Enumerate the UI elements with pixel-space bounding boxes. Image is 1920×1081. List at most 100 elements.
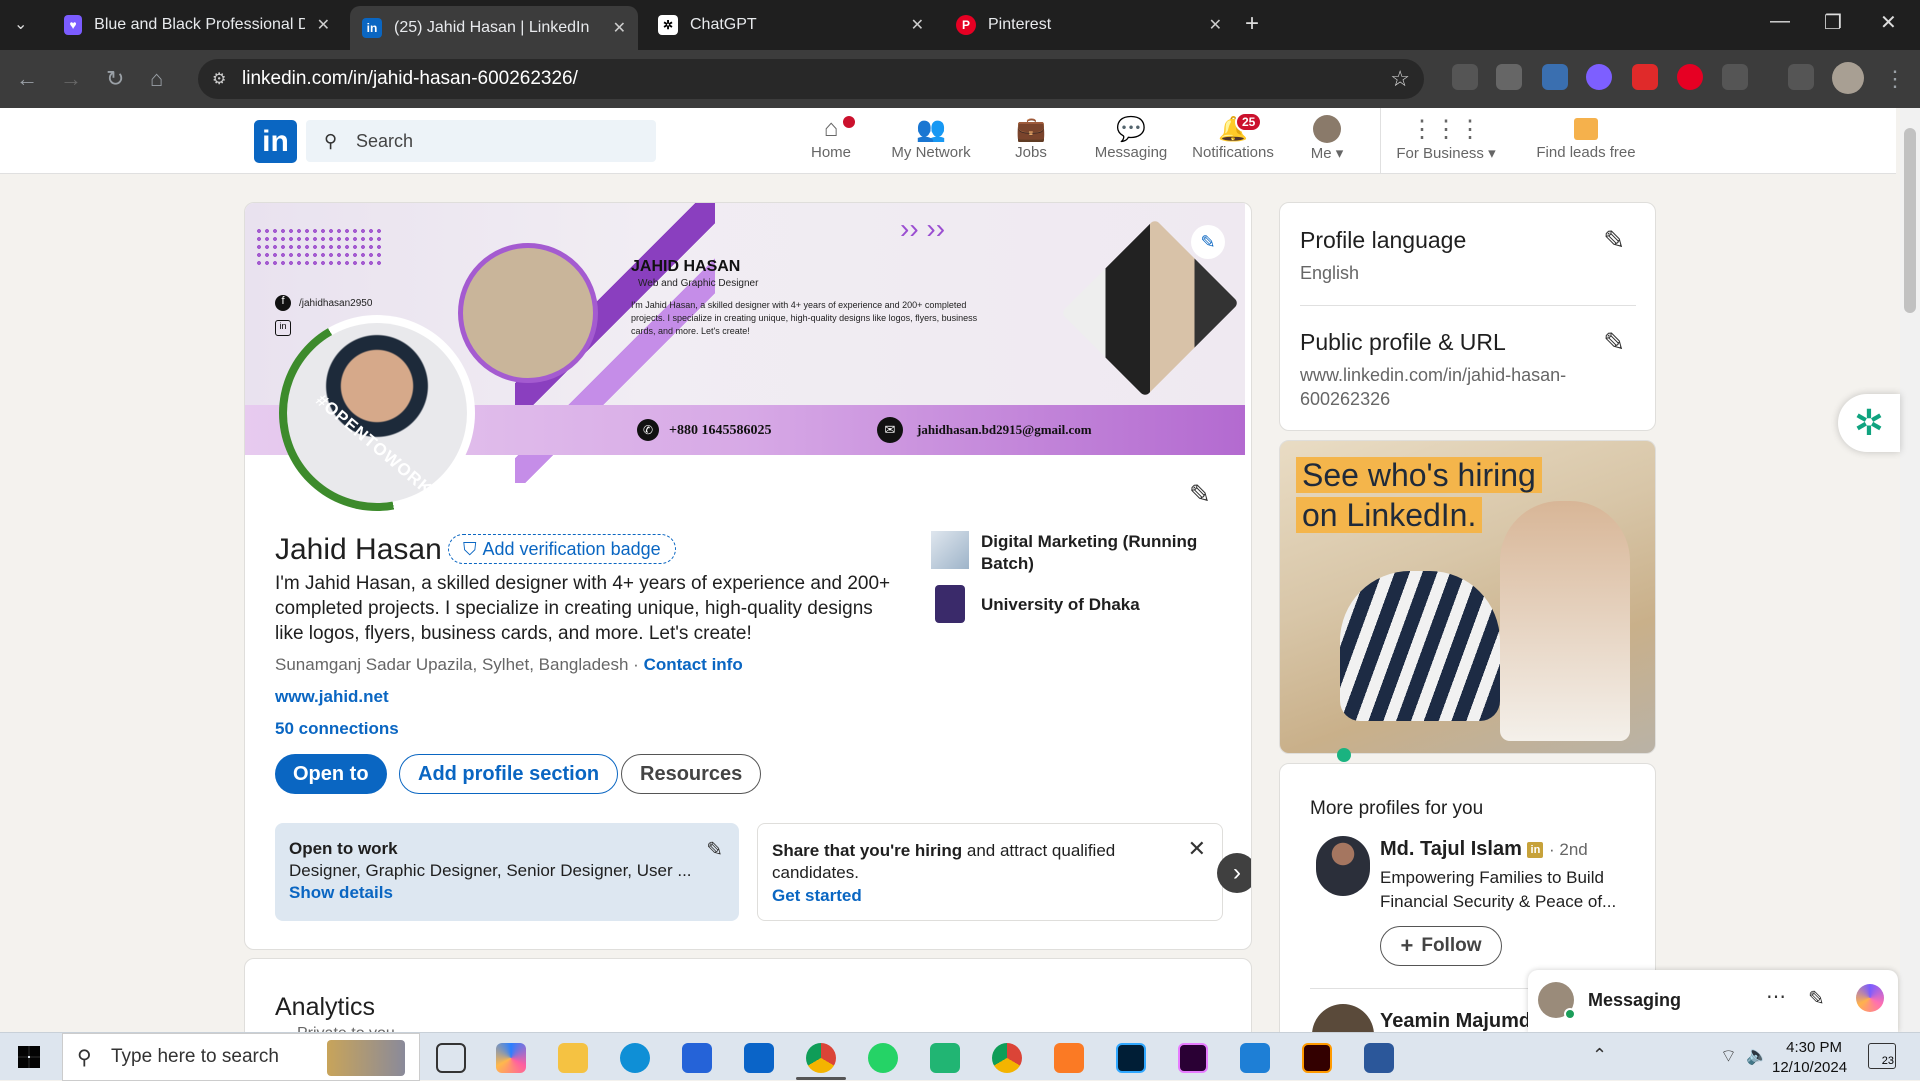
extension-icon[interactable] [1542, 64, 1568, 90]
avatar[interactable] [1832, 62, 1864, 94]
reload-icon[interactable]: ↻ [106, 66, 124, 92]
extension-icon[interactable] [1586, 64, 1612, 90]
experience-current[interactable]: Digital Marketing (Running Batch) [981, 531, 1221, 575]
tab-search-dropdown-icon[interactable]: ⌄ [14, 14, 27, 34]
microsoft-store-icon[interactable] [682, 1043, 712, 1073]
close-icon[interactable]: ✕ [1188, 836, 1206, 862]
add-verification-badge-button[interactable]: ⛉ Add verification badge [448, 534, 676, 564]
nav-messaging[interactable]: 💬 Messaging [1083, 114, 1179, 162]
avatar[interactable] [1316, 836, 1370, 896]
photoshop-icon[interactable] [1116, 1043, 1146, 1073]
illustrator-icon[interactable] [1302, 1043, 1332, 1073]
outlook-icon[interactable] [744, 1043, 774, 1073]
connections-link[interactable]: 50 connections [275, 719, 399, 739]
contact-info-link[interactable]: Contact info [644, 655, 743, 674]
task-view-icon[interactable] [436, 1043, 466, 1073]
copilot-icon[interactable] [496, 1043, 526, 1073]
linkedin-logo[interactable]: in [254, 120, 297, 163]
divider [1300, 305, 1636, 306]
notification-center-icon[interactable]: 23 [1868, 1043, 1896, 1069]
whatsapp-icon[interactable] [868, 1043, 898, 1073]
forward-icon[interactable]: → [60, 66, 82, 92]
page-scrollbar[interactable] [1900, 108, 1920, 1032]
close-icon[interactable]: ✕ [911, 15, 924, 35]
website-link[interactable]: www.jahid.net [275, 687, 389, 707]
hiring-card[interactable]: Share that you're hiring and attract qua… [757, 823, 1223, 921]
clock[interactable]: 4:30 PM 12/10/2024 [1772, 1038, 1847, 1078]
chrome-icon[interactable] [806, 1043, 836, 1073]
address-bar[interactable]: ⚙ linkedin.com/in/jahid-hasan-600262326/… [198, 59, 1424, 99]
close-icon[interactable]: ✕ [1209, 15, 1222, 35]
carousel-next-button[interactable]: › [1217, 853, 1251, 893]
word-icon[interactable] [1364, 1043, 1394, 1073]
compose-icon[interactable]: ✎ [1808, 986, 1825, 1011]
search-input[interactable]: ⚲ Search [306, 120, 656, 162]
new-tab-button[interactable]: + [1245, 10, 1259, 38]
edit-language-icon[interactable]: ✎ [1603, 225, 1625, 256]
site-settings-icon[interactable]: ⚙ [212, 69, 226, 89]
copilot-icon[interactable] [1856, 984, 1884, 1012]
download-icon[interactable] [1788, 64, 1814, 90]
edit-url-icon[interactable]: ✎ [1603, 327, 1625, 358]
suggested-profile-name[interactable]: Yeamin Majumde [1380, 1010, 1542, 1033]
open-to-button[interactable]: Open to [275, 754, 387, 794]
taskbar-search-box[interactable]: ⚲ Type here to search [62, 1033, 420, 1081]
ad-person-right [1500, 501, 1630, 741]
pinterest-icon[interactable] [1677, 64, 1703, 90]
edit-intro-button[interactable]: ✎ [1189, 479, 1211, 510]
tab-pinterest[interactable]: P Pinterest ✕ [944, 8, 1234, 42]
volume-icon[interactable]: 🔈 [1746, 1045, 1768, 1066]
nav-for-business[interactable]: ⋮⋮⋮ For Business ▾ [1386, 114, 1506, 163]
nav-home[interactable]: ⌂ Home [783, 114, 879, 161]
network-icon[interactable]: ⌔ [1720, 1045, 1737, 1068]
scrollbar-thumb[interactable] [1904, 128, 1916, 313]
premiere-icon[interactable] [1178, 1043, 1208, 1073]
windows-start-icon[interactable] [18, 1046, 40, 1068]
menu-kebab-icon[interactable]: ⋮ [1884, 66, 1906, 92]
reading-mode-icon[interactable] [1452, 64, 1478, 90]
nav-notifications[interactable]: 🔔 Notifications 25 [1183, 112, 1283, 161]
back-icon[interactable]: ← [16, 66, 38, 92]
tab-linkedin[interactable]: in (25) Jahid Hasan | LinkedIn ✕ [350, 6, 638, 50]
nav-find-leads[interactable]: Find leads free [1526, 114, 1646, 161]
close-icon[interactable]: ✕ [317, 15, 330, 35]
pdf-icon[interactable] [1632, 64, 1658, 90]
edit-banner-button[interactable]: ✎ [1191, 225, 1225, 259]
carousel-indicator-dot[interactable] [1337, 748, 1351, 762]
suggested-profile-name[interactable]: Md. Tajul Islam in · 2nd [1380, 838, 1588, 861]
tab-chatgpt[interactable]: ✲ ChatGPT ✕ [646, 8, 936, 42]
pycharm-icon[interactable] [930, 1043, 960, 1073]
messaging-bar[interactable]: Messaging ⋯ ✎ [1528, 970, 1898, 1032]
follow-button[interactable]: + Follow [1380, 926, 1502, 966]
nav-jobs[interactable]: 💼 Jobs [983, 114, 1079, 162]
extensions-puzzle-icon[interactable] [1722, 64, 1748, 90]
more-options-icon[interactable]: ⋯ [1766, 984, 1786, 1009]
resources-button[interactable]: Resources [621, 754, 762, 794]
get-started-link[interactable]: Get started [772, 886, 1208, 906]
edge-icon[interactable] [620, 1043, 650, 1073]
edit-pencil-icon[interactable]: ✎ [706, 837, 723, 862]
xampp-icon[interactable] [1054, 1043, 1084, 1073]
chatgpt-floating-icon[interactable]: ✲ [1838, 394, 1900, 452]
nav-me[interactable]: Me ▾ [1283, 114, 1371, 162]
show-details-link[interactable]: Show details [289, 883, 725, 903]
ad-card[interactable]: See who's hiring on LinkedIn. [1279, 440, 1656, 754]
open-to-work-card[interactable]: Open to work Designer, Graphic Designer,… [275, 823, 739, 921]
vscode-icon[interactable] [1240, 1043, 1270, 1073]
restore-button[interactable]: ❐ [1824, 10, 1842, 35]
extension-icon[interactable] [1496, 64, 1522, 90]
add-profile-section-button[interactable]: Add profile section [399, 754, 619, 794]
profile-photo[interactable]: #OPENTOWORK [279, 315, 475, 511]
close-window-button[interactable]: ✕ [1880, 10, 1897, 35]
tab-canva[interactable]: ♥ Blue and Black Professional Doc ✕ [52, 8, 342, 42]
minimize-button[interactable]: — [1770, 10, 1790, 33]
profile-name[interactable]: Md. Tajul Islam [1380, 838, 1522, 860]
bookmark-star-icon[interactable]: ☆ [1390, 66, 1410, 92]
file-explorer-icon[interactable] [558, 1043, 588, 1073]
education-current[interactable]: University of Dhaka [981, 595, 1140, 615]
close-icon[interactable]: ✕ [613, 18, 626, 38]
chrome-profile-icon[interactable] [992, 1043, 1022, 1073]
show-hidden-icons[interactable]: ⌃ [1592, 1045, 1607, 1066]
nav-my-network[interactable]: 👥 My Network [883, 114, 979, 162]
home-icon[interactable]: ⌂ [150, 66, 163, 92]
